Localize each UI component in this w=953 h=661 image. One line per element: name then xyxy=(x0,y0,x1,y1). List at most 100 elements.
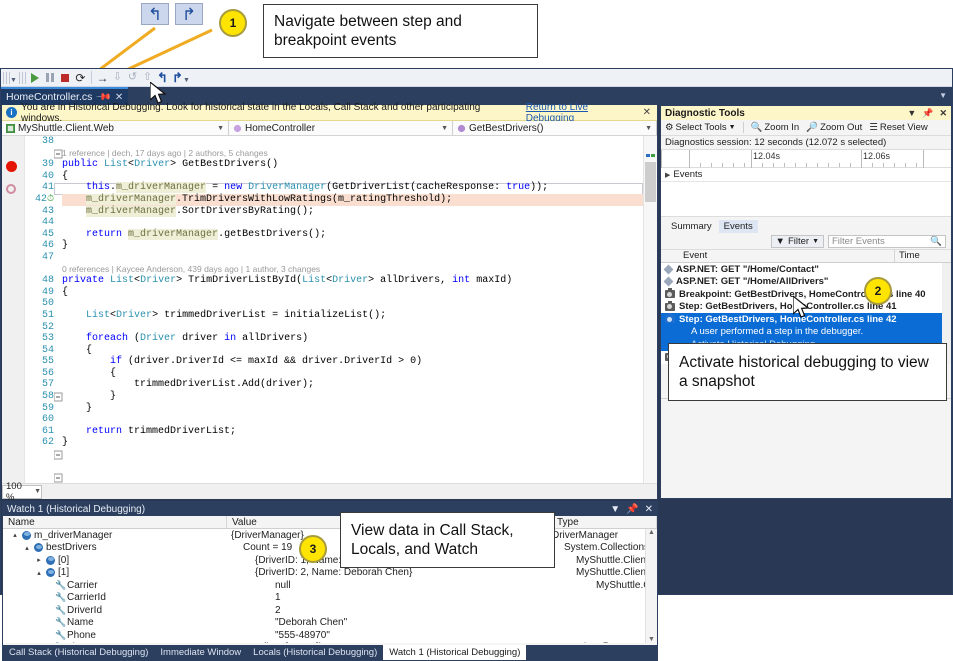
line-number: 55 xyxy=(24,356,54,368)
reset-view-button[interactable]: ☰ Reset View xyxy=(869,122,927,133)
continue-button[interactable] xyxy=(28,70,43,85)
property-icon: 🔧 xyxy=(55,592,64,603)
watch-row[interactable]: 🔧DriverId 2 xyxy=(3,604,657,617)
pin-icon[interactable]: 📌 xyxy=(626,504,638,515)
step-into-button[interactable]: ⇩ xyxy=(110,70,125,85)
watch-row[interactable]: ▴bestDrivers Count = 19 System.Collectio… xyxy=(3,542,657,555)
restart-button[interactable]: ⟳ xyxy=(73,70,88,85)
filter-button[interactable]: ▼ Filter ▼ xyxy=(771,235,824,248)
diagnostics-timeline-ruler[interactable]: 12.04s 12.06s xyxy=(661,150,951,168)
line-number: 39 xyxy=(24,159,54,171)
breakpoint-icon[interactable] xyxy=(6,161,17,172)
tab-watch-1[interactable]: Watch 1 (Historical Debugging) xyxy=(383,645,526,660)
step-forward-button-highlight[interactable]: ↱ xyxy=(175,3,203,25)
step-forward-button[interactable]: ↱ xyxy=(170,70,185,85)
select-tools-button[interactable]: ⚙ Select Tools ▼ xyxy=(665,122,736,133)
watch-row[interactable]: 🔧Phone "555-48970" xyxy=(3,629,657,642)
watch-vertical-scrollbar[interactable]: ▲ ▼ xyxy=(645,529,657,643)
chevron-collapsed-icon[interactable]: ▸ xyxy=(35,556,43,564)
events-track-row[interactable]: ▶ Events xyxy=(661,168,951,182)
tab-events[interactable]: Events xyxy=(719,220,758,233)
chevron-expanded-icon[interactable]: ▴ xyxy=(11,531,19,539)
line-number: 53 xyxy=(24,333,54,345)
step-back-button-highlight[interactable]: ↰ xyxy=(141,3,169,25)
step-back-button[interactable]: ↰ xyxy=(155,70,170,85)
tab-immediate-window-label: Immediate Window xyxy=(160,647,241,658)
filter-events-input[interactable]: Filter Events 🔍 xyxy=(828,235,946,248)
code-area[interactable]: 38 39 40 41 42⏱ 43 44 45 46 47 48 49 50 … xyxy=(2,136,657,497)
nav-member-dropdown[interactable]: GetBestDrivers() ▼ xyxy=(453,121,657,135)
chevron-expanded-icon[interactable]: ▴ xyxy=(35,569,43,577)
annotation-badge-2-label: 2 xyxy=(875,284,882,298)
break-all-button[interactable] xyxy=(43,70,58,85)
event-row[interactable]: ASP.NET: GET "/Home/Contact" xyxy=(661,263,951,276)
event-row[interactable]: Breakpoint: GetBestDrivers, HomeControll… xyxy=(661,288,951,301)
watch-row-value: "Deborah Chen" xyxy=(273,617,594,628)
camera-icon xyxy=(665,303,675,311)
toolbar-grip-2[interactable] xyxy=(19,72,27,84)
zoom-in-button[interactable]: 🔍 Zoom In xyxy=(751,122,800,133)
tab-locals[interactable]: Locals (Historical Debugging) xyxy=(247,645,383,660)
code-text-column[interactable]: 1 reference | dech, 17 days ago | 2 auth… xyxy=(62,136,643,461)
property-icon: 🔧 xyxy=(55,580,64,591)
tab-immediate-window[interactable]: Immediate Window xyxy=(154,645,247,660)
code-line-53: foreach (Driver driver in allDrivers) xyxy=(62,333,643,345)
watch-row[interactable]: ▸[0] {DriverID: 1, Name: Kaycee Anderson… xyxy=(3,554,657,567)
codelens-line-39[interactable]: 1 reference | dech, 17 days ago | 2 auth… xyxy=(62,148,643,160)
tab-summary[interactable]: Summary xyxy=(666,220,717,233)
codelens-line-48[interactable]: 0 references | Kaycee Anderson, 439 days… xyxy=(62,264,643,276)
close-icon[interactable]: ✕ xyxy=(643,107,653,118)
chevron-expanded-icon[interactable]: ▴ xyxy=(23,544,31,552)
annotation-callout-2-text: Activate historical debugging to view a … xyxy=(679,353,936,392)
watch-row[interactable]: 🔧CarrierId 1 xyxy=(3,592,657,605)
close-icon[interactable]: ✕ xyxy=(939,108,947,119)
chevron-down-icon[interactable]: ▼ xyxy=(610,504,620,515)
chevron-down-icon[interactable]: ▼ xyxy=(907,108,916,118)
scroll-up-icon[interactable]: ▲ xyxy=(646,529,657,536)
debug-window-tabs: Call Stack (Historical Debugging) Immedi… xyxy=(3,645,657,660)
search-icon[interactable]: 🔍 xyxy=(930,236,942,247)
project-icon xyxy=(6,124,15,133)
tab-call-stack[interactable]: Call Stack (Historical Debugging) xyxy=(3,645,154,660)
nav-type-dropdown[interactable]: HomeController ▼ xyxy=(229,121,453,135)
step-over-button[interactable]: ↺ xyxy=(125,70,140,85)
editor-vertical-scrollbar[interactable] xyxy=(643,136,657,497)
line-number-column: 38 39 40 41 42⏱ 43 44 45 46 47 48 49 50 … xyxy=(24,136,54,449)
watch-row[interactable]: ▴[1] {DriverID: 2, Name: Deborah Chen} M… xyxy=(3,567,657,580)
nav-project-dropdown[interactable]: MyShuttle.Client.Web ▼ xyxy=(2,121,229,135)
step-out-button[interactable]: ⇧ xyxy=(140,70,155,85)
chevron-down-icon: ▼ xyxy=(217,125,224,132)
toolbar-overflow-icon[interactable]: ▼ xyxy=(10,77,17,84)
stop-debugging-button[interactable] xyxy=(58,70,73,85)
line-number: 54 xyxy=(24,345,54,357)
code-line-58: } xyxy=(62,391,643,403)
outlining-margin[interactable] xyxy=(54,136,63,496)
scrollbar-thumb[interactable] xyxy=(645,162,656,202)
scroll-down-icon[interactable]: ▼ xyxy=(646,636,657,643)
undo-icon: ↰ xyxy=(157,71,168,84)
toolbar-grip[interactable] xyxy=(3,72,11,84)
property-icon: 🔧 xyxy=(55,630,64,641)
event-row[interactable]: Step: GetBestDrivers, HomeController.cs … xyxy=(661,301,951,314)
method-icon xyxy=(457,124,466,133)
zoom-level-dropdown[interactable]: 100 % ▼ xyxy=(2,485,42,499)
watch-row[interactable]: ▴m_driverManager {DriverManager} DriverM… xyxy=(3,529,657,542)
chevron-down-icon[interactable]: ▼ xyxy=(939,91,947,100)
pin-icon[interactable]: 📌 xyxy=(922,108,933,119)
watch-row[interactable]: 🔧Carrier null MyShuttle.Client.Core.Docu… xyxy=(3,579,657,592)
watch-row[interactable]: 🔧Name "Deborah Chen" xyxy=(3,617,657,630)
event-row-selected[interactable]: Step: GetBestDrivers, HomeController.cs … xyxy=(661,313,951,326)
show-next-statement-button[interactable]: → xyxy=(95,70,110,85)
event-row[interactable]: ASP.NET: GET "/Home/AllDrivers" xyxy=(661,276,951,289)
watch-window-title: Watch 1 (Historical Debugging) xyxy=(7,504,145,515)
watch-table[interactable]: ▴m_driverManager {DriverManager} DriverM… xyxy=(3,529,657,643)
watch-row[interactable]: ▸🔧Picture {byte[16788]} byte[] xyxy=(3,642,657,644)
code-line-44 xyxy=(62,217,643,229)
codelens-spacer xyxy=(24,148,54,160)
annotation-badge-1-label: 1 xyxy=(230,16,237,30)
close-icon[interactable]: ✕ xyxy=(645,504,653,515)
zoom-out-button[interactable]: 🔎 Zoom Out xyxy=(806,122,862,133)
watch-row-value: "555-48970" xyxy=(273,630,594,641)
chevron-right-icon[interactable]: ▶ xyxy=(665,171,670,179)
annotation-badge-2: 2 xyxy=(864,277,892,305)
